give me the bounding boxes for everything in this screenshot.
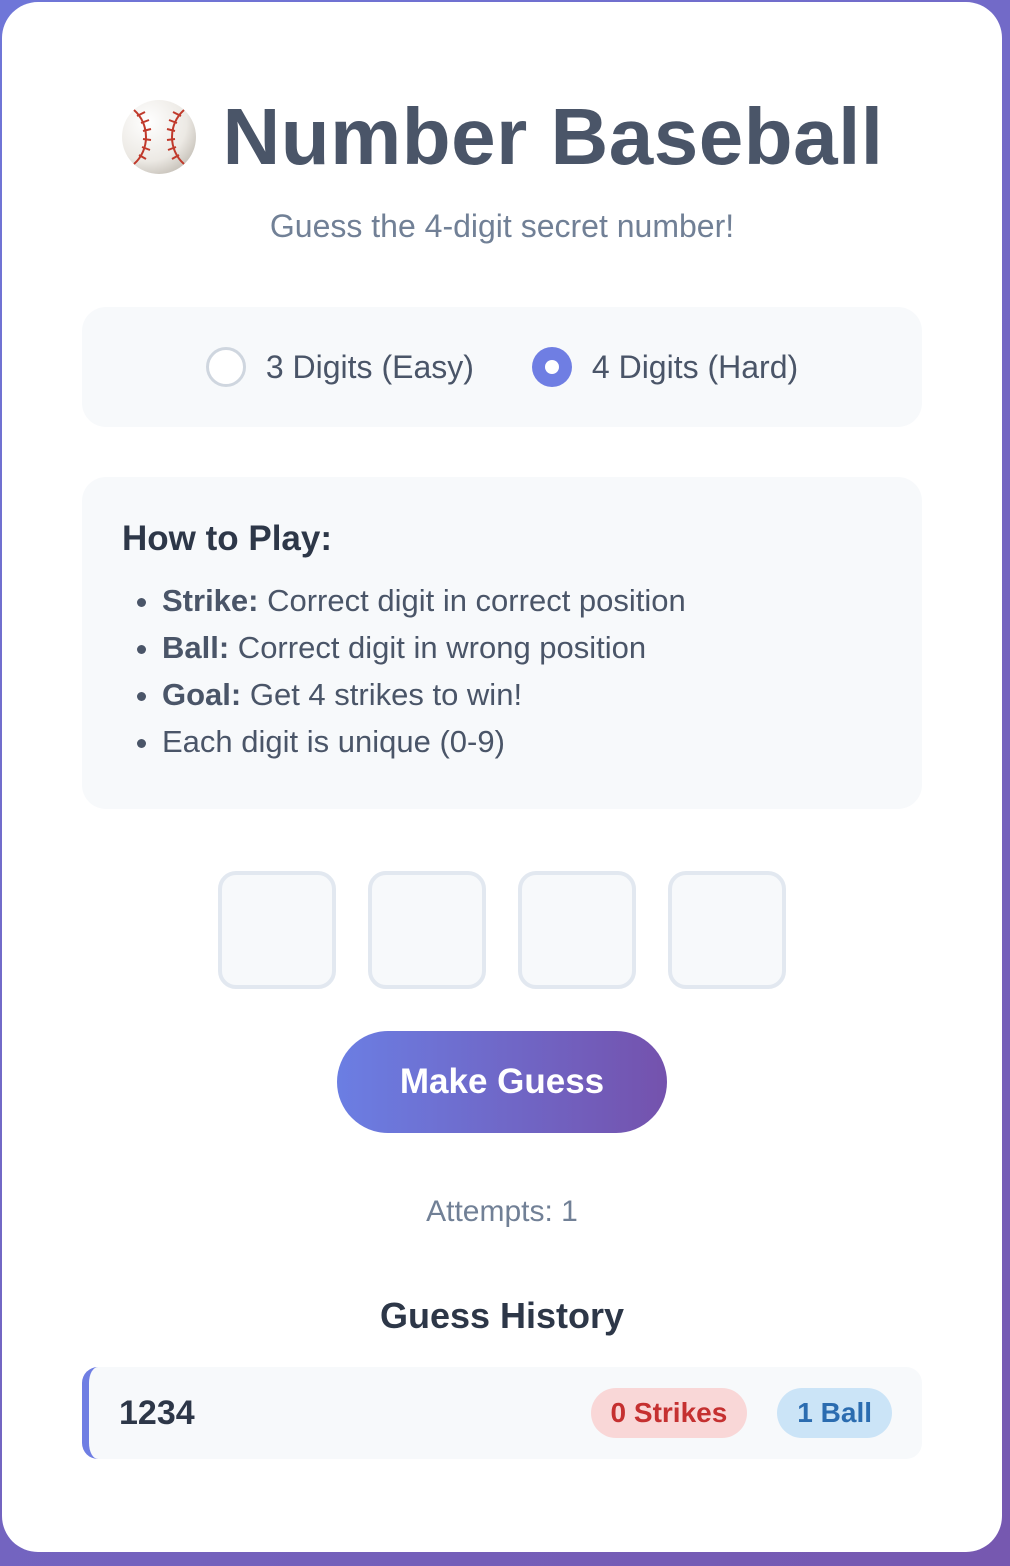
rule-strike: Strike: Correct digit in correct positio…	[162, 577, 882, 624]
attempts-counter: Attempts: 1	[426, 1195, 578, 1228]
guess-history-title: Guess History	[379, 1295, 625, 1336]
difficulty-selector: 3 Digits (Easy) 4 Digits (Hard)	[82, 307, 922, 427]
digit-input-4[interactable]	[668, 871, 786, 989]
rule-text: Correct digit in correct position	[258, 583, 686, 618]
radio-3-digits[interactable]	[205, 347, 246, 387]
title-row: Number Baseball	[82, 92, 922, 182]
mode-label-3-digits: 3 Digits (Easy)	[265, 348, 474, 385]
rule-text: Correct digit in wrong position	[229, 630, 647, 665]
digit-input-1[interactable]	[218, 871, 336, 989]
digit-inputs	[82, 871, 922, 989]
mode-option-3-digits[interactable]: 3 Digits (Easy)	[205, 347, 474, 387]
rule-text: Get 4 strikes to win!	[241, 677, 523, 712]
strikes-badge: 0 Strikes	[590, 1388, 748, 1438]
mode-label-4-digits: 4 Digits (Hard)	[591, 348, 799, 385]
rule-ball: Ball: Correct digit in wrong position	[162, 624, 882, 671]
balls-badge: 1 Ball	[777, 1388, 892, 1438]
history-entry: 1234 0 Strikes 1 Ball	[82, 1367, 922, 1459]
subtitle: Guess the 4-digit secret number!	[269, 208, 735, 244]
rule-term: Ball:	[162, 630, 230, 665]
rule-goal: Goal: Get 4 strikes to win!	[162, 671, 882, 718]
digit-input-3[interactable]	[518, 871, 636, 989]
how-to-play-title: How to Play:	[122, 519, 333, 558]
baseball-icon	[120, 98, 198, 176]
rule-term: Strike:	[162, 583, 259, 618]
page-title: Number Baseball	[222, 92, 884, 181]
rule-unique: Each digit is unique (0-9)	[162, 718, 882, 765]
make-guess-button[interactable]: Make Guess	[337, 1031, 667, 1133]
radio-4-digits[interactable]	[531, 347, 572, 387]
how-to-play-panel: How to Play: Strike: Correct digit in co…	[82, 477, 922, 809]
game-card: Number Baseball Guess the 4-digit secret…	[2, 2, 1002, 1552]
rule-text: Each digit is unique (0-9)	[162, 724, 505, 759]
digit-input-2[interactable]	[368, 871, 486, 989]
rules-list: Strike: Correct digit in correct positio…	[122, 577, 882, 765]
history-guess-value: 1234	[119, 1393, 195, 1432]
mode-option-4-digits[interactable]: 4 Digits (Hard)	[531, 347, 799, 387]
rule-term: Goal:	[162, 677, 242, 712]
guess-button-wrap: Make Guess	[82, 1031, 922, 1133]
